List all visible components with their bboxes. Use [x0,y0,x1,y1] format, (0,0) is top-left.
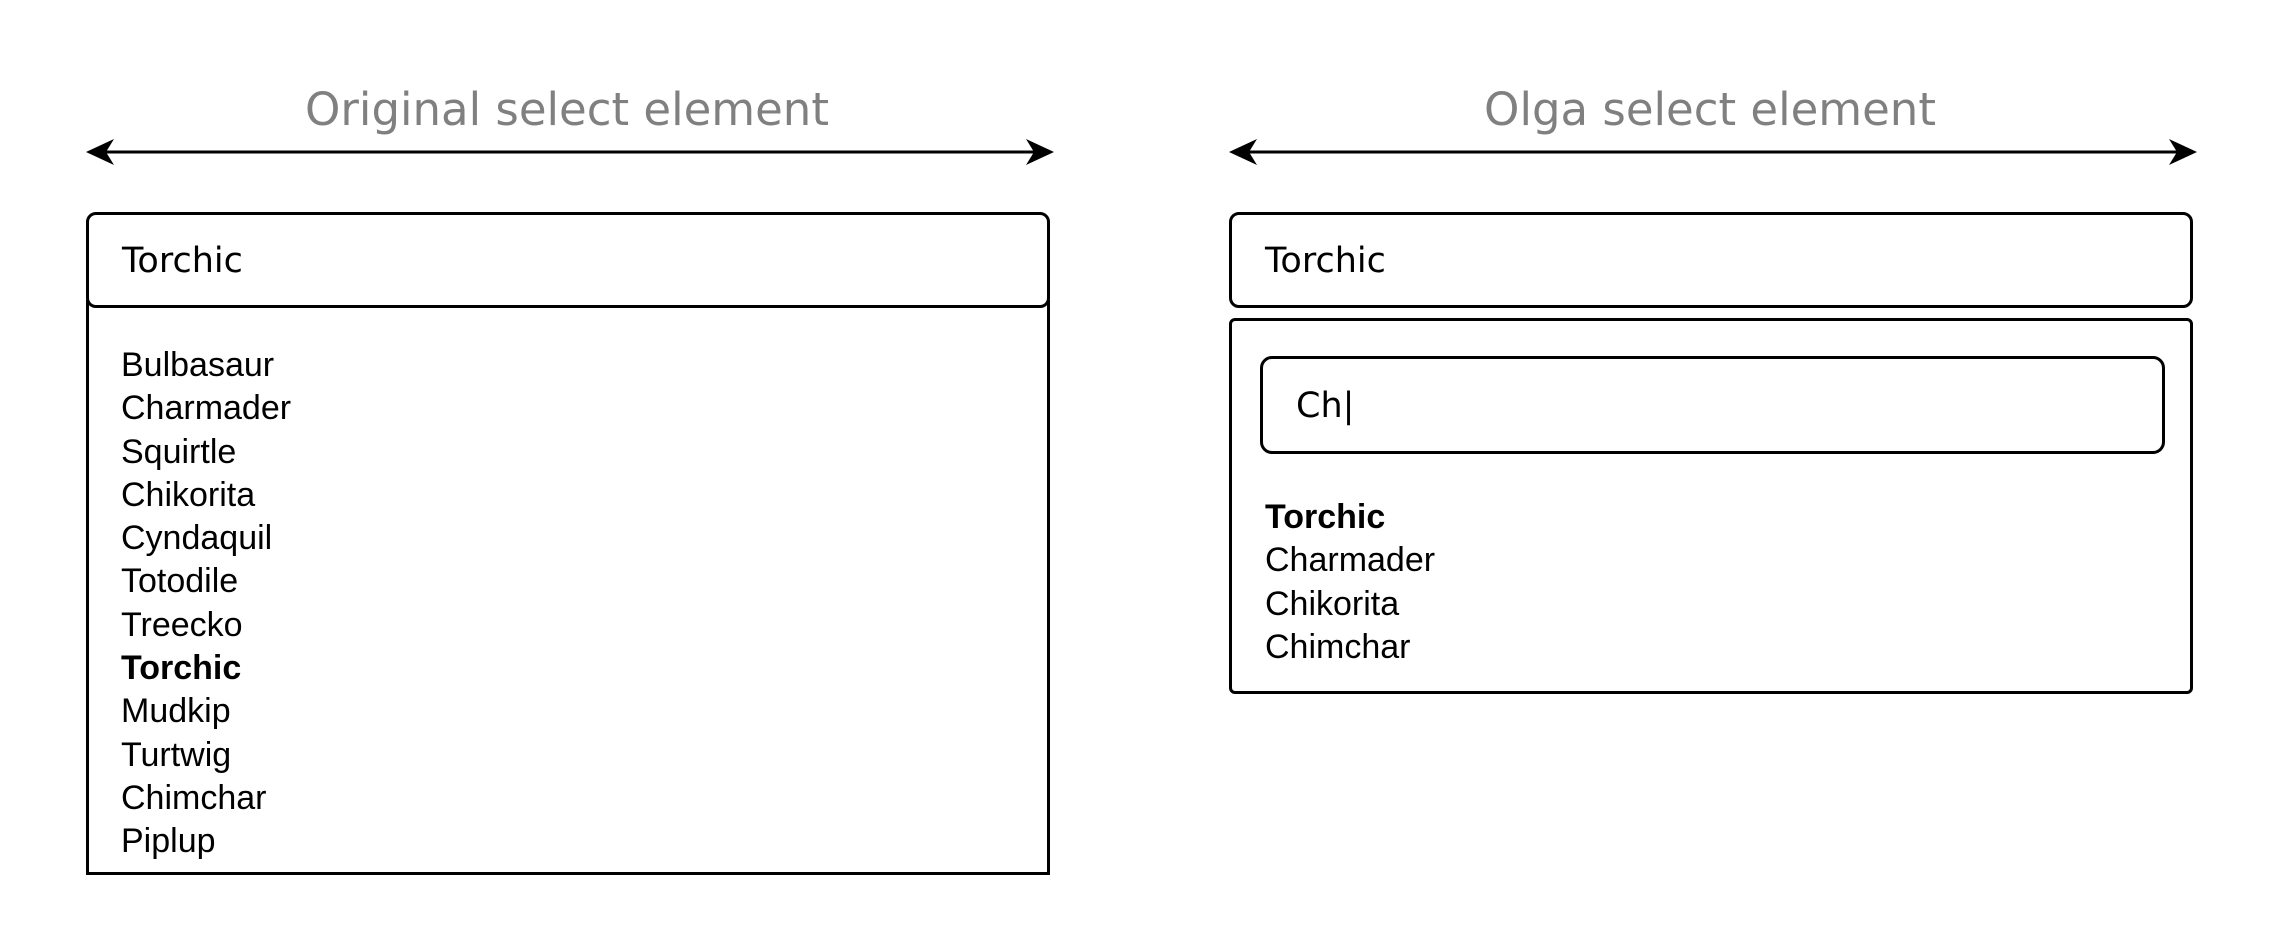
option-item[interactable]: Turtwig [121,734,291,777]
option-item[interactable]: Totodile [121,560,291,603]
original-select-box[interactable]: Torchic [86,212,1050,308]
original-option-items: Bulbasaur Charmader Squirtle Chikorita Cynda… [121,344,291,864]
option-item[interactable]: Squirtle [121,431,291,474]
option-item[interactable]: Cyndaquil [121,517,291,560]
option-item[interactable]: Chimchar [1265,626,1435,669]
width-arrows [86,139,2197,165]
olga-select-box[interactable]: Torchic [1229,212,2193,308]
option-item[interactable]: Charmader [1265,539,1435,582]
left-width-arrow [86,139,1054,165]
left-panel-title: Original select element [305,83,829,136]
original-options-list: Bulbasaur Charmader Squirtle Chikorita Cynda… [86,300,1050,875]
option-item[interactable]: Torchic [1265,496,1435,539]
option-item[interactable]: Charmader [121,387,291,430]
original-select-value: Torchic [122,241,243,281]
option-item[interactable]: Mudkip [121,690,291,733]
option-item[interactable]: Chikorita [1265,583,1435,626]
olga-search-text: Ch| [1296,386,1355,426]
option-item[interactable]: Chikorita [121,474,291,517]
option-item[interactable]: Treecko [121,604,291,647]
olga-search-input[interactable]: Ch| [1260,356,2165,454]
right-panel-title: Olga select element [1484,83,1936,136]
olga-dropdown-panel: Ch| Torchic Charmader Chikorita Chimchar [1229,318,2193,694]
olga-option-items: Torchic Charmader Chikorita Chimchar [1265,496,1435,669]
option-item[interactable]: Chimchar [121,777,291,820]
option-item[interactable]: Piplup [121,820,291,863]
right-width-arrow [1229,139,2197,165]
option-item[interactable]: Torchic [121,647,291,690]
olga-select-value: Torchic [1265,241,1386,281]
option-item[interactable]: Bulbasaur [121,344,291,387]
